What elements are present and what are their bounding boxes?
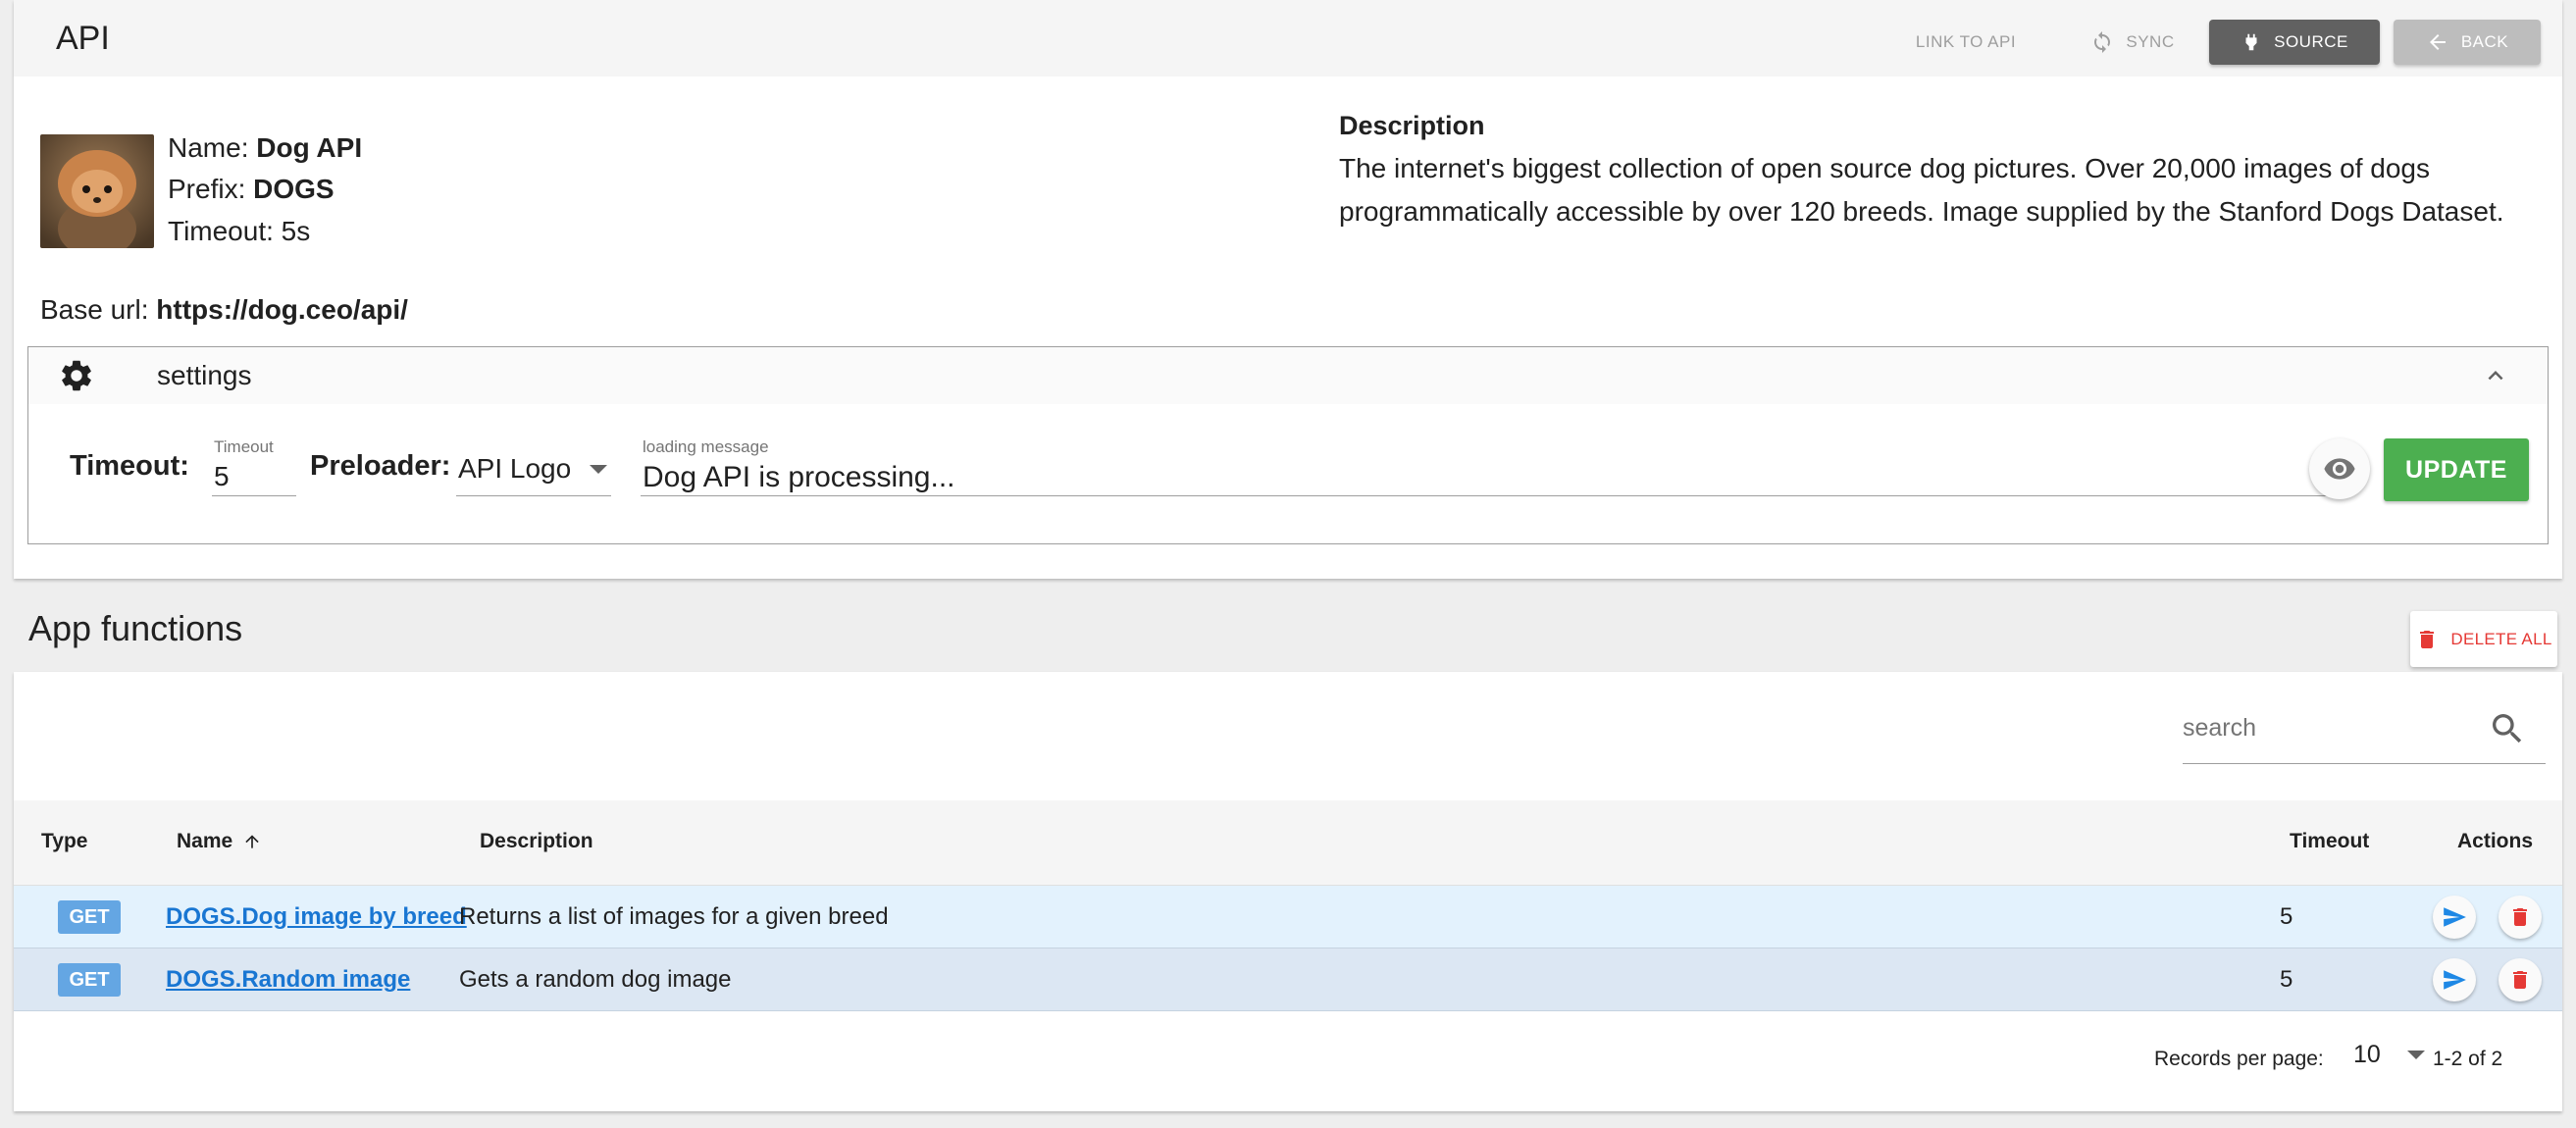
link-to-api-label: LINK TO API bbox=[1915, 32, 2017, 51]
sync-icon bbox=[2094, 31, 2111, 53]
api-timeout: Timeout: 5s bbox=[168, 216, 311, 246]
table-header: Type Name Description Timeout Actions bbox=[14, 800, 2562, 886]
page-title: API bbox=[56, 20, 110, 57]
run-function-button[interactable] bbox=[2433, 896, 2476, 939]
dropdown-arrow-icon[interactable] bbox=[2407, 1051, 2425, 1059]
column-header-description[interactable]: Description bbox=[480, 830, 593, 853]
api-name-label: Name: bbox=[168, 132, 249, 163]
toolbar: API LINK TO API SYNC SOURCE BACK bbox=[14, 0, 2562, 77]
preloader-select-value: API Logo bbox=[458, 453, 572, 484]
update-button[interactable]: UPDATE bbox=[2384, 438, 2529, 501]
settings-title: settings bbox=[157, 360, 252, 390]
trash-icon bbox=[2420, 630, 2435, 648]
timeout-label: Timeout: bbox=[70, 450, 189, 482]
function-name-link[interactable]: DOGS.Random image bbox=[166, 966, 410, 994]
function-timeout: 5 bbox=[2280, 966, 2293, 993]
trash-icon bbox=[2513, 908, 2527, 926]
api-prefix-value: DOGS bbox=[253, 174, 335, 204]
records-per-page-select[interactable]: 10 bbox=[2353, 1041, 2381, 1069]
chevron-up-icon[interactable] bbox=[2481, 361, 2510, 390]
sync-label: SYNC bbox=[2126, 32, 2175, 51]
functions-table-card: search Type Name Description Timeout Act… bbox=[14, 672, 2562, 1111]
send-icon bbox=[2444, 970, 2466, 990]
records-per-page-label: Records per page: bbox=[2154, 1048, 2324, 1070]
sync-button[interactable]: SYNC bbox=[2074, 20, 2191, 65]
source-button[interactable]: SOURCE bbox=[2209, 20, 2380, 65]
back-label: BACK bbox=[2460, 32, 2509, 51]
timeout-field-value: 5 bbox=[214, 461, 230, 491]
trash-icon bbox=[2513, 971, 2527, 989]
send-icon bbox=[2444, 907, 2466, 927]
delete-function-button[interactable] bbox=[2499, 958, 2542, 1001]
column-header-type[interactable]: Type bbox=[41, 830, 87, 853]
column-header-name-label: Name bbox=[177, 830, 233, 852]
function-name-link[interactable]: DOGS.Dog image by breed bbox=[166, 903, 467, 931]
base-url-value: https://dog.ceo/api/ bbox=[156, 294, 408, 325]
arrow-left-icon bbox=[2429, 34, 2446, 50]
table-row: GET DOGS.Random image Gets a random dog … bbox=[14, 949, 2562, 1011]
api-prefix: Prefix: DOGS bbox=[168, 174, 335, 205]
loading-message-value: Dog API is processing... bbox=[643, 461, 955, 493]
delete-function-button[interactable] bbox=[2499, 896, 2542, 939]
search-placeholder: search bbox=[2183, 714, 2257, 742]
back-button[interactable]: BACK bbox=[2394, 20, 2541, 65]
api-name-value: Dog API bbox=[256, 132, 363, 163]
preloader-label: Preloader: bbox=[310, 450, 451, 482]
preview-button[interactable] bbox=[2309, 438, 2370, 499]
pagination-range: 1-2 of 2 bbox=[2433, 1048, 2503, 1070]
column-header-name[interactable]: Name bbox=[177, 830, 262, 853]
preloader-select[interactable]: API Logo bbox=[456, 437, 611, 496]
settings-header[interactable]: settings bbox=[28, 347, 2548, 404]
source-label: SOURCE bbox=[2274, 32, 2348, 51]
eye-icon bbox=[2324, 458, 2355, 480]
timeout-field-label: Timeout bbox=[214, 437, 274, 456]
function-timeout: 5 bbox=[2280, 903, 2293, 930]
api-name: Name: Dog API bbox=[168, 132, 362, 164]
app-functions-title: App functions bbox=[28, 608, 243, 648]
settings-panel: settings Timeout: Timeout 5 Preloader: A… bbox=[27, 346, 2549, 544]
search-icon[interactable] bbox=[2488, 709, 2527, 748]
gear-icon bbox=[62, 360, 91, 391]
description-title: Description bbox=[1339, 111, 1485, 140]
delete-all-label: DELETE ALL bbox=[2450, 629, 2552, 648]
timeout-field[interactable]: Timeout 5 bbox=[212, 437, 296, 496]
base-url-label: Base url: bbox=[40, 294, 149, 325]
loading-message-field[interactable]: loading message Dog API is processing... bbox=[641, 437, 2328, 496]
plug-icon bbox=[2245, 33, 2257, 51]
base-url: Base url: https://dog.ceo/api/ bbox=[40, 294, 408, 326]
dropdown-arrow-icon bbox=[590, 465, 607, 474]
method-badge: GET bbox=[58, 900, 121, 934]
api-prefix-label: Prefix: bbox=[168, 174, 246, 204]
delete-all-button[interactable]: DELETE ALL bbox=[2410, 611, 2557, 667]
run-function-button[interactable] bbox=[2433, 958, 2476, 1001]
function-description: Gets a random dog image bbox=[459, 966, 732, 993]
arrow-up-icon bbox=[245, 835, 259, 848]
function-description: Returns a list of images for a given bre… bbox=[459, 903, 889, 930]
description-text: The internet's biggest collection of ope… bbox=[1339, 153, 2504, 227]
api-logo-image bbox=[40, 134, 154, 248]
column-header-timeout[interactable]: Timeout bbox=[2290, 830, 2369, 853]
loading-message-label: loading message bbox=[643, 437, 769, 456]
column-header-actions: Actions bbox=[2457, 830, 2534, 852]
link-to-api-button[interactable]: LINK TO API bbox=[1897, 20, 2035, 65]
table-row: GET DOGS.Dog image by breed Returns a li… bbox=[14, 886, 2562, 949]
method-badge: GET bbox=[58, 963, 121, 997]
api-card: API LINK TO API SYNC SOURCE BACK Name: D… bbox=[14, 0, 2562, 579]
update-label: UPDATE bbox=[2405, 455, 2507, 484]
